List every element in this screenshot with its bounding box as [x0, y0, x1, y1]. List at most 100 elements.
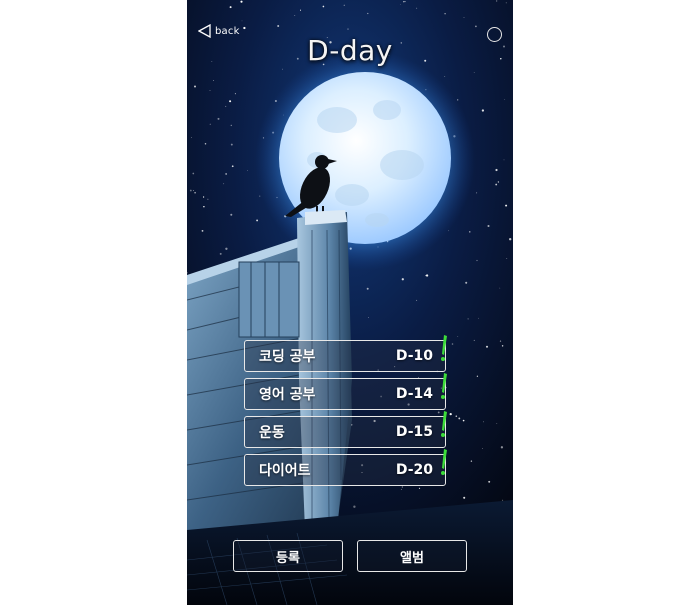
star	[230, 213, 233, 216]
star	[213, 80, 215, 82]
star	[503, 159, 505, 161]
star	[495, 168, 498, 172]
star	[231, 165, 234, 168]
star	[401, 278, 404, 281]
register-button[interactable]: 등록	[233, 540, 343, 572]
dday-item[interactable]: 다이어트 D-20	[244, 449, 447, 486]
star	[399, 3, 401, 5]
star	[225, 105, 227, 107]
star	[229, 6, 232, 9]
dday-list: 코딩 공부 D-10 영어 공부 D-14 운동 D-15 다이어트 D-20	[244, 335, 447, 492]
star	[367, 317, 369, 319]
star	[444, 12, 446, 15]
green-mark-icon	[441, 335, 447, 361]
phone-screen: back D-day 코딩 공부 D-10 영어 공부 D-14 운동 D-15…	[187, 0, 513, 605]
star	[469, 231, 471, 233]
star	[353, 505, 356, 508]
star	[416, 299, 418, 301]
star	[509, 238, 512, 241]
star	[234, 93, 236, 95]
star	[256, 219, 259, 222]
star	[499, 287, 501, 289]
star	[241, 20, 243, 22]
background-illustration	[187, 0, 513, 605]
star	[209, 90, 211, 91]
star	[259, 195, 261, 197]
star	[499, 340, 502, 342]
star	[501, 345, 504, 347]
star	[502, 499, 504, 501]
page-title: D-day	[307, 34, 393, 67]
star	[230, 124, 233, 127]
dday-name: 영어 공부	[259, 387, 316, 403]
star	[481, 109, 485, 112]
star	[505, 2, 507, 4]
star	[223, 183, 225, 185]
star	[219, 252, 222, 255]
star	[416, 7, 418, 9]
star	[500, 446, 504, 449]
star	[404, 1, 406, 3]
dday-count: D-10	[395, 348, 433, 364]
dday-item[interactable]: 영어 공부 D-14	[244, 373, 447, 410]
star	[451, 343, 454, 345]
star	[444, 76, 446, 77]
star	[189, 189, 192, 192]
album-button[interactable]: 앨범	[357, 540, 467, 572]
screen-background: back D-day 코딩 공부 D-10 영어 공부 D-14 운동 D-15…	[0, 0, 700, 605]
star	[457, 336, 459, 337]
star	[229, 100, 232, 103]
star	[476, 375, 479, 377]
star	[299, 9, 302, 11]
star	[476, 259, 478, 262]
star	[465, 281, 468, 284]
star	[243, 26, 246, 30]
dday-name: 다이어트	[259, 463, 311, 479]
star	[505, 204, 508, 207]
star	[347, 28, 349, 30]
dday-name: 코딩 공부	[259, 349, 316, 365]
green-mark-icon	[441, 411, 447, 437]
star	[204, 143, 207, 145]
star	[209, 123, 211, 125]
green-mark-icon	[441, 449, 447, 475]
star	[203, 205, 205, 208]
star	[192, 172, 195, 175]
star	[488, 480, 491, 483]
star	[425, 274, 429, 277]
star	[230, 143, 233, 146]
star	[207, 198, 209, 200]
star	[194, 191, 196, 194]
star	[217, 117, 220, 120]
star	[495, 183, 498, 186]
star	[504, 99, 506, 100]
star	[240, 0, 243, 3]
star	[462, 419, 465, 422]
star	[192, 189, 194, 191]
star	[343, 4, 345, 6]
star	[294, 15, 296, 16]
star	[201, 229, 204, 232]
star	[475, 25, 477, 28]
star	[496, 423, 498, 424]
star	[485, 345, 489, 348]
star	[277, 25, 280, 27]
star	[473, 72, 475, 73]
star	[403, 0, 405, 3]
star	[467, 318, 469, 320]
star	[463, 17, 465, 18]
star	[225, 247, 228, 250]
star	[322, 5, 325, 8]
dday-item[interactable]: 코딩 공부 D-10	[244, 335, 447, 372]
star	[247, 169, 249, 171]
star	[194, 85, 196, 88]
star	[482, 448, 483, 449]
star	[476, 192, 478, 194]
star	[463, 496, 466, 499]
dday-count: D-20	[395, 462, 433, 478]
dday-name: 운동	[259, 425, 285, 441]
star	[482, 421, 484, 423]
star	[478, 317, 479, 319]
star	[366, 287, 369, 290]
dday-item[interactable]: 운동 D-15	[244, 411, 447, 448]
